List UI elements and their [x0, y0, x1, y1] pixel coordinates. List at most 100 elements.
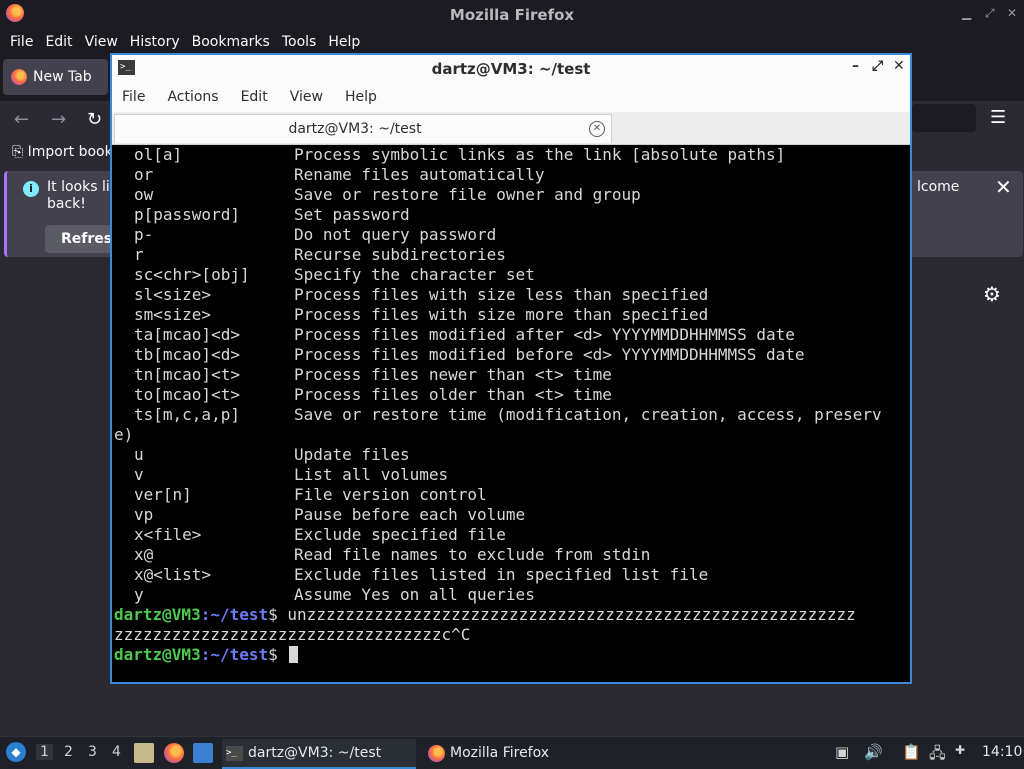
option-flag: x@ [134, 545, 154, 564]
terminal-minimize-icon[interactable]: – [852, 58, 859, 74]
terminal-cursor [289, 646, 299, 663]
terminal-output[interactable]: ol[a] Process symbolic links as the link … [112, 145, 910, 682]
terminal-window: >_ dartz@VM3: ~/test – ⤢ ✕ File Actions … [110, 53, 912, 684]
reload-icon[interactable]: ↻ [87, 109, 102, 130]
menu-tools[interactable]: Tools [282, 34, 317, 50]
terminal-option-line: x@ Read file names to exclude from stdin [134, 545, 650, 565]
terminal-menu-view[interactable]: View [290, 89, 323, 105]
option-flag: x<file> [134, 525, 202, 544]
option-description: Recurse subdirectories [294, 245, 506, 264]
workspace-2[interactable]: 2 [64, 744, 73, 760]
option-description: Exclude files listed in specified list f… [294, 565, 709, 584]
terminal-window-title: dartz@VM3: ~/test [431, 60, 591, 78]
terminal-option-line: or Rename files automatically [134, 165, 544, 185]
tab-new-tab[interactable]: New Tab [3, 59, 108, 95]
option-flag: vp [134, 505, 154, 524]
option-flag: r [134, 245, 144, 264]
network-icon[interactable]: 🖧 [929, 743, 946, 768]
terminal-menubar: File Actions Edit View Help [112, 82, 910, 112]
menu-file[interactable]: File [10, 34, 33, 50]
menu-view[interactable]: View [85, 34, 118, 50]
terminal-option-line: ver[n] File version control [134, 485, 487, 505]
option-description: Do not query password [294, 225, 497, 244]
terminal-wrap-line: e) [114, 425, 134, 444]
maximize-icon[interactable]: ⤢ [985, 6, 995, 21]
terminal-close-icon[interactable]: ✕ [893, 58, 905, 74]
terminal-option-line: tb[mcao]<d> Process files modified before… [134, 345, 805, 365]
terminal-prompt-line: dartz@VM3:~/test$ unzzzzzzzzzzzzzzzzzzzz… [114, 605, 856, 625]
back-icon[interactable]: ← [14, 109, 29, 130]
terminal-option-line: p[password] Set password [134, 205, 410, 225]
command-text-wrap: zzzzzzzzzzzzzzzzzzzzzzzzzzzzzzzzzzc^C [114, 625, 471, 644]
option-flag: p[password] [134, 205, 240, 224]
gear-icon[interactable]: ⚙ [983, 282, 1001, 306]
terminal-option-line: x<file> Exclude specified file [134, 525, 506, 545]
workspace-3[interactable]: 3 [88, 744, 97, 760]
terminal-option-line: ta[mcao]<d> Process files modified after … [134, 325, 795, 345]
terminal-option-line: ol[a] Process symbolic links as the link … [134, 145, 785, 165]
menu-edit[interactable]: Edit [45, 34, 72, 50]
workspace-4[interactable]: 4 [112, 744, 121, 760]
option-description: Process files with size less than specif… [294, 285, 709, 304]
terminal-option-line: ow Save or restore file owner and group [134, 185, 641, 205]
file-manager-icon[interactable] [134, 743, 154, 763]
firefox-tab-icon [11, 69, 27, 85]
minimize-icon[interactable]: ▁ [962, 6, 971, 20]
option-flag: sl<size> [134, 285, 212, 304]
prompt-user: dartz@VM3 [114, 645, 201, 664]
close-icon[interactable]: ✕ [1007, 6, 1017, 20]
option-flag: to[mcao]<t> [134, 385, 240, 404]
terminal-tab[interactable]: dartz@VM3: ~/test ✕ [114, 114, 612, 143]
firefox-menubar: File Edit View History Bookmarks Tools H… [0, 29, 1024, 54]
info-icon: i [23, 181, 39, 197]
terminal-maximize-icon[interactable]: ⤢ [872, 58, 883, 74]
import-bookmarks-button[interactable]: ⎘ Import book [12, 144, 113, 160]
option-description: Rename files automatically [294, 165, 545, 184]
option-description: Pause before each volume [294, 505, 526, 524]
terminal-tabbar: dartz@VM3: ~/test ✕ [112, 112, 910, 145]
terminal-option-line: p- Do not query password [134, 225, 496, 245]
clock: 14:10 [982, 744, 1023, 760]
option-description: Read file names to exclude from stdin [294, 545, 651, 564]
option-flag: ts[m,c,a,p] [134, 405, 240, 424]
menu-history[interactable]: History [130, 34, 180, 50]
menu-bookmarks[interactable]: Bookmarks [192, 34, 270, 50]
notification-icon[interactable]: ✚ [955, 743, 965, 757]
terminal-tab-close-icon[interactable]: ✕ [589, 121, 605, 137]
option-flag: y [134, 585, 144, 604]
option-flag: sc<chr>[obj] [134, 265, 250, 284]
volume-icon[interactable]: 🔊 [864, 743, 883, 761]
notice-close-icon[interactable]: ✕ [995, 175, 1012, 199]
clipboard-icon[interactable]: 📋 [902, 743, 921, 761]
task-firefox[interactable]: Mozilla Firefox [424, 739, 584, 767]
firefox-launcher-icon[interactable] [164, 743, 184, 763]
terminal-menu-help[interactable]: Help [345, 89, 377, 105]
terminal-menu-actions[interactable]: Actions [167, 89, 218, 105]
option-description: Process symbolic links as the link [abso… [294, 145, 786, 164]
terminal-option-line: tn[mcao]<t> Process files newer than <t> … [134, 365, 612, 385]
notice-text-line1: It looks lik [47, 179, 118, 195]
forward-icon[interactable]: → [51, 109, 66, 130]
workspace-1[interactable]: 1 [36, 744, 53, 760]
prompt-path: :~/test [200, 605, 269, 624]
task-terminal[interactable]: >_ dartz@VM3: ~/test [222, 739, 416, 769]
tray-app-icon[interactable]: ▣ [835, 743, 849, 761]
terminal-option-line: vp Pause before each volume [134, 505, 525, 525]
option-flag: tn[mcao]<t> [134, 365, 240, 384]
option-flag: ow [134, 185, 154, 204]
firefox-task-icon [428, 744, 445, 762]
option-flag: x@<list> [134, 565, 212, 584]
option-flag: p- [134, 225, 154, 244]
import-bookmarks-label: Import book [27, 144, 113, 160]
notice-text-line2: back! [47, 196, 86, 212]
start-menu-icon[interactable]: ◆ [6, 742, 26, 762]
terminal-menu-edit[interactable]: Edit [241, 89, 268, 105]
terminal-menu-file[interactable]: File [122, 89, 145, 105]
show-desktop-icon[interactable] [193, 743, 213, 763]
url-bar[interactable] [912, 104, 976, 132]
menu-help[interactable]: Help [328, 34, 360, 50]
prompt-symbol: $ [268, 605, 278, 624]
taskbar: ◆ 1 2 3 4 >_ dartz@VM3: ~/test Mozilla F… [0, 736, 1024, 769]
option-flag: ver[n] [134, 485, 192, 504]
hamburger-menu-icon[interactable]: ☰ [990, 107, 1006, 128]
